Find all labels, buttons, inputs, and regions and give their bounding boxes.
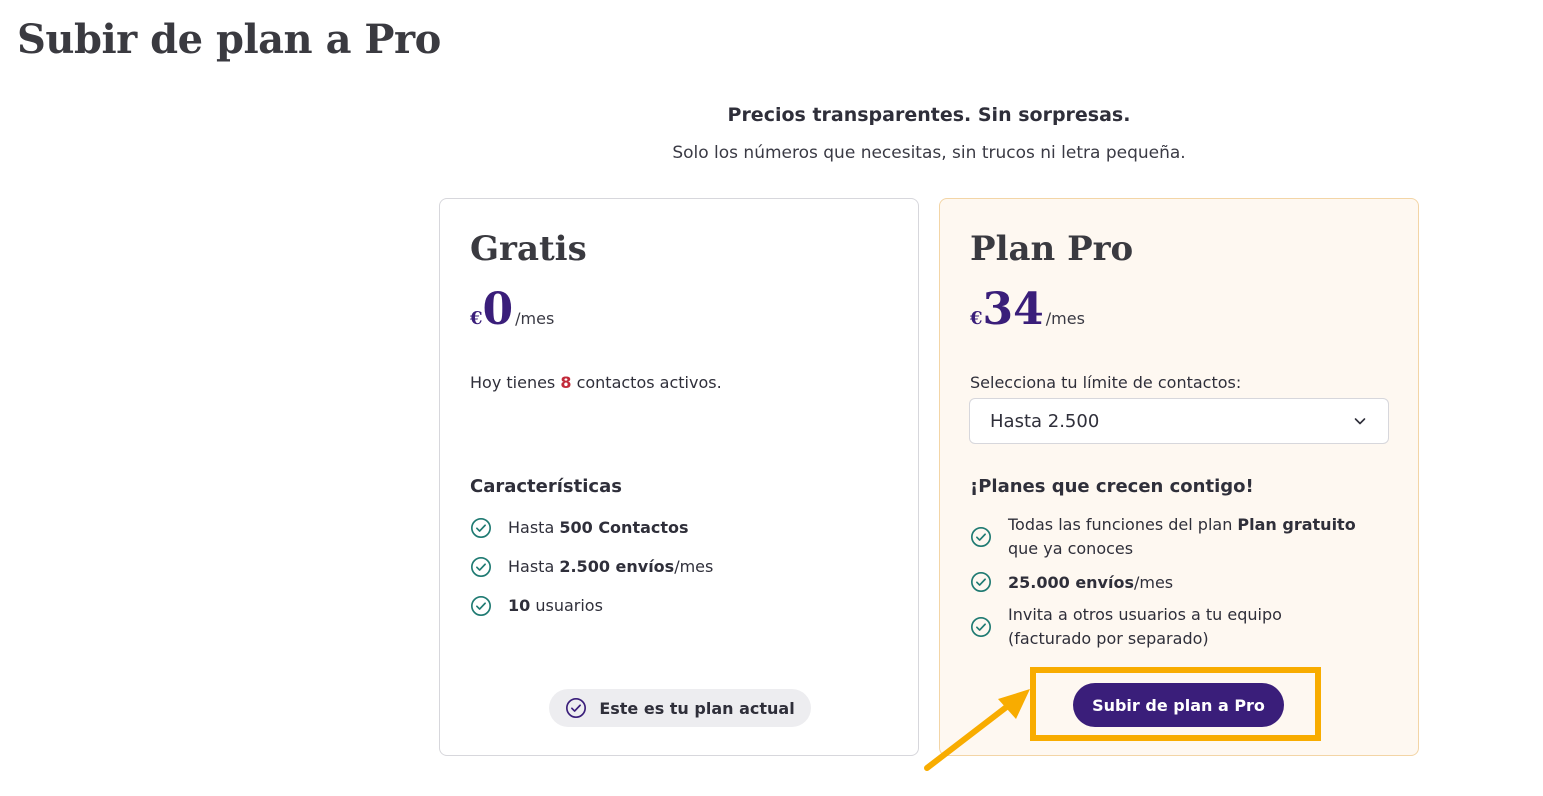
features-title: ¡Planes que crecen contigo! bbox=[970, 476, 1254, 497]
feature-text: 25.000 envíos/mes bbox=[1008, 572, 1174, 592]
upgrade-to-pro-button[interactable]: Subir de plan a Pro bbox=[1073, 683, 1284, 727]
plan-name: Plan Pro bbox=[970, 229, 1134, 269]
feature-item: Invita a otros usuarios a tu equipo (fac… bbox=[970, 603, 1390, 651]
current-plan-badge: Este es tu plan actual bbox=[549, 689, 811, 727]
price-currency: € bbox=[970, 308, 983, 329]
price-currency: € bbox=[470, 308, 483, 329]
check-circle-icon bbox=[471, 517, 491, 538]
check-circle-icon bbox=[971, 527, 991, 547]
plan-price: € 0 /mes bbox=[470, 285, 554, 335]
active-contacts-suffix: contactos activos. bbox=[571, 373, 722, 392]
feature-item: Hasta 500 Contactos bbox=[470, 515, 713, 540]
feature-list: Todas las funciones del plan Plan gratui… bbox=[970, 513, 1390, 665]
current-plan-label: Este es tu plan actual bbox=[599, 698, 795, 718]
check-circle-icon bbox=[971, 572, 991, 592]
feature-list: Hasta 500 Contactos Hasta 2.500 envíos/m… bbox=[470, 515, 713, 632]
price-period: /mes bbox=[515, 309, 555, 328]
contact-limit-select[interactable]: Hasta 2.500 bbox=[969, 398, 1389, 444]
arrow-icon bbox=[924, 689, 1030, 771]
page-title: Subir de plan a Pro bbox=[17, 16, 441, 63]
features-title: Características bbox=[470, 476, 622, 497]
chevron-down-icon bbox=[1354, 418, 1366, 425]
feature-text: Hasta 500 Contactos bbox=[508, 518, 689, 537]
feature-item: 10 usuarios bbox=[470, 593, 713, 618]
check-circle-icon bbox=[471, 556, 491, 577]
feature-text: Todas las funciones del plan Plan gratui… bbox=[1008, 515, 1356, 558]
price-amount: 34 bbox=[982, 284, 1044, 335]
active-contacts-count: 8 bbox=[560, 373, 572, 392]
pricing-subtagline: Solo los números que necesitas, sin truc… bbox=[672, 143, 1186, 163]
price-period: /mes bbox=[1045, 309, 1085, 328]
contact-limit-label: Selecciona tu límite de contactos: bbox=[970, 373, 1242, 392]
feature-text: Invita a otros usuarios a tu equipo (fac… bbox=[1008, 605, 1282, 648]
plan-name: Gratis bbox=[470, 229, 587, 269]
active-contacts-prefix: Hoy tienes bbox=[470, 373, 561, 392]
feature-text: Hasta 2.500 envíos/mes bbox=[508, 557, 714, 576]
feature-text: 10 usuarios bbox=[508, 596, 603, 615]
pricing-tagline: Precios transparentes. Sin sorpresas. bbox=[727, 104, 1131, 126]
check-circle-icon bbox=[971, 617, 991, 637]
plan-card-free: Gratis € 0 /mes Hoy tienes 8 contactos a… bbox=[439, 198, 919, 756]
check-circle-icon bbox=[471, 595, 491, 616]
check-circle-icon bbox=[566, 698, 587, 718]
feature-item: 25.000 envíos/mes bbox=[970, 571, 1390, 593]
price-amount: 0 bbox=[482, 284, 514, 335]
plan-price: € 34 /mes bbox=[970, 285, 1085, 335]
active-contacts-text: Hoy tienes 8 contactos activos. bbox=[470, 373, 722, 392]
feature-item: Todas las funciones del plan Plan gratui… bbox=[970, 513, 1390, 561]
feature-item: Hasta 2.500 envíos/mes bbox=[470, 554, 713, 579]
contact-limit-value: Hasta 2.500 bbox=[990, 410, 1100, 432]
